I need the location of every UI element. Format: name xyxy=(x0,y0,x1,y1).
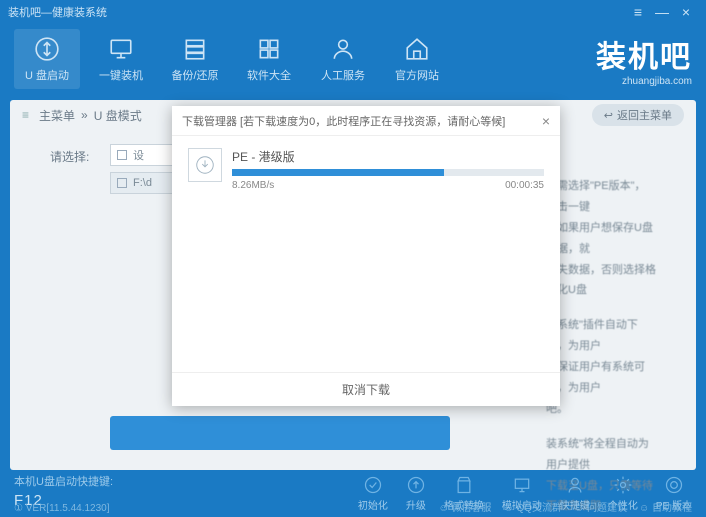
close-button[interactable]: × xyxy=(674,4,698,20)
modal-header: 下载管理器 [若下载速度为0，此时程序正在寻找资源，请耐心等候] × xyxy=(172,106,560,136)
select-label: 请选择: xyxy=(50,148,89,165)
cancel-download-button[interactable]: 取消下载 xyxy=(172,372,560,406)
monitor-icon xyxy=(107,35,135,63)
download-item: PE - 港级版 8.26MB/s 00:00:35 xyxy=(172,136,560,203)
progress-bar xyxy=(232,169,544,176)
usb-icon xyxy=(33,35,61,63)
background-text: 不需选择"PE版本"，点击一键。如果用户想保存U盘数据，就丢失数据，否则选择格式… xyxy=(546,176,656,517)
crumb-sep: » xyxy=(81,108,88,122)
brand-url: zhuangjiba.com xyxy=(596,76,692,87)
home-icon xyxy=(403,35,431,63)
tool-init[interactable]: 初始化 xyxy=(358,475,388,512)
brand-name: 装机吧 xyxy=(596,32,692,76)
server-icon xyxy=(181,35,209,63)
link-tutorial[interactable]: ☺ 自助教程 xyxy=(639,499,692,514)
grid-icon xyxy=(255,35,283,63)
primary-action-button[interactable] xyxy=(110,416,450,450)
nav-support[interactable]: 人工服务 xyxy=(310,29,376,89)
crumb-main[interactable]: 主菜单 xyxy=(39,107,75,124)
hamburger-icon[interactable]: ≡ xyxy=(22,108,29,122)
modal-title: 下载管理器 [若下载速度为0，此时程序正在寻找资源，请耐心等候] xyxy=(182,113,505,129)
tool-upgrade[interactable]: 升级 xyxy=(406,475,426,512)
progress-fill xyxy=(232,169,444,176)
download-eta: 00:00:35 xyxy=(505,180,544,191)
download-modal: 下载管理器 [若下载速度为0，此时程序正在寻找资源，请耐心等候] × PE - … xyxy=(172,106,560,406)
menu-button[interactable]: ≡ xyxy=(626,4,650,20)
back-icon: ↩ xyxy=(604,109,613,122)
titlebar: 装机吧—健康装系统 ≡ — × xyxy=(0,0,706,24)
nav-software[interactable]: 软件大全 xyxy=(236,29,302,89)
minimize-button[interactable]: — xyxy=(650,4,674,20)
version-label: ① VER[11.5.44.1230] xyxy=(14,503,110,514)
brand: 装机吧 zhuangjiba.com xyxy=(596,32,692,87)
top-nav: U 盘启动 一键装机 备份/还原 软件大全 人工服务 官方网站 装机吧 zhua… xyxy=(0,24,706,94)
checkbox-icon[interactable] xyxy=(117,178,127,188)
download-name: PE - 港级版 xyxy=(232,148,544,165)
window-title: 装机吧—健康装系统 xyxy=(8,4,626,20)
bottom-links: ☺ 微信客服 ☺ QQ交流群 ☺ 问题建议 ☺ 自助教程 xyxy=(438,499,692,514)
back-button[interactable]: ↩返回主菜单 xyxy=(592,104,684,126)
link-feedback[interactable]: ☺ 问题建议 xyxy=(574,499,627,514)
person-icon xyxy=(329,35,357,63)
download-speed: 8.26MB/s xyxy=(232,180,274,191)
crumb-current: U 盘模式 xyxy=(94,107,142,124)
link-wechat[interactable]: ☺ 微信客服 xyxy=(438,499,491,514)
nav-website[interactable]: 官方网站 xyxy=(384,29,450,89)
checkbox-icon[interactable] xyxy=(117,150,127,160)
download-icon xyxy=(188,148,222,182)
nav-usb-boot[interactable]: U 盘启动 xyxy=(14,29,80,89)
link-qq[interactable]: ☺ QQ交流群 xyxy=(503,499,562,514)
nav-oneclick[interactable]: 一键装机 xyxy=(88,29,154,89)
nav-backup[interactable]: 备份/还原 xyxy=(162,29,228,89)
close-icon[interactable]: × xyxy=(542,113,550,129)
